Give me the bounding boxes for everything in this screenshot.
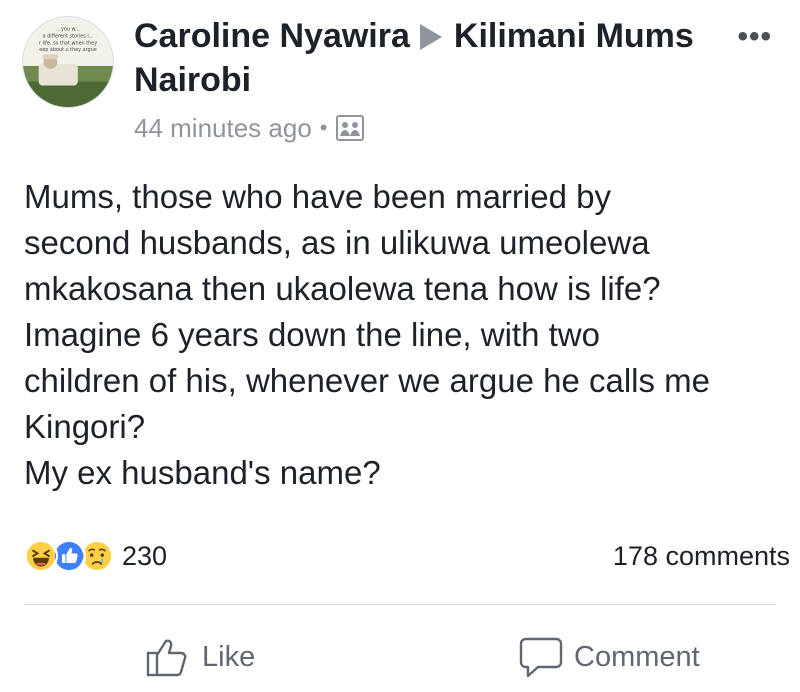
reaction-count: 230: [122, 540, 168, 571]
actions-divider: [24, 604, 776, 605]
post-body: Mums, those who have been married by sec…: [24, 174, 794, 496]
avatar-text-line: a different stories l...: [43, 34, 94, 40]
more-options-icon[interactable]: •••: [737, 22, 772, 52]
post-card: ...you w... a different stories l... r l…: [0, 0, 800, 692]
post-text-line: Mums, those who have been married by: [24, 178, 611, 215]
post-header: Caroline Nyawira Kilimani Mums Nairobi: [134, 14, 734, 102]
author-avatar[interactable]: ...you w... a different stories l... r l…: [22, 16, 114, 108]
like-label: Like: [202, 640, 256, 673]
post-text-line: second husbands, as in ulikuwa umeolewa: [24, 224, 650, 261]
avatar-text-line: r life, so that when they: [39, 40, 97, 46]
post-text-line: mkakosana then ukaolewa tena how is life…: [24, 270, 661, 307]
thumbs-up-icon: [146, 639, 187, 677]
comments-count-link[interactable]: 178 comments: [613, 536, 790, 576]
like-button[interactable]: Like: [146, 632, 255, 682]
comment-bubble-icon: [519, 637, 563, 678]
post-text-line: My ex husband's name?: [24, 454, 381, 491]
avatar-image: ...you w... a different stories l... r l…: [23, 17, 113, 107]
post-text-line: Imagine 6 years down the line, with two: [24, 316, 600, 353]
haha-icon: [24, 539, 58, 573]
post-meta: 44 minutes ago •: [134, 110, 364, 146]
avatar-text-line: ...you w...: [56, 27, 80, 33]
comment-button[interactable]: Comment: [518, 632, 700, 682]
meta-separator: •: [319, 115, 328, 140]
shared-to-arrow-icon: [419, 24, 442, 50]
reactions-summary[interactable]: 230: [24, 536, 167, 576]
comment-label: Comment: [574, 640, 700, 673]
post-text-line: Kingori?: [24, 408, 146, 445]
post-text-line: children of his, whenever we argue he ca…: [24, 362, 711, 399]
author-name-link[interactable]: Caroline Nyawira: [134, 17, 410, 55]
avatar-text-line: eep about u they argue: [39, 47, 96, 53]
post-timestamp[interactable]: 44 minutes ago: [134, 113, 312, 144]
group-audience-icon: [335, 115, 364, 141]
